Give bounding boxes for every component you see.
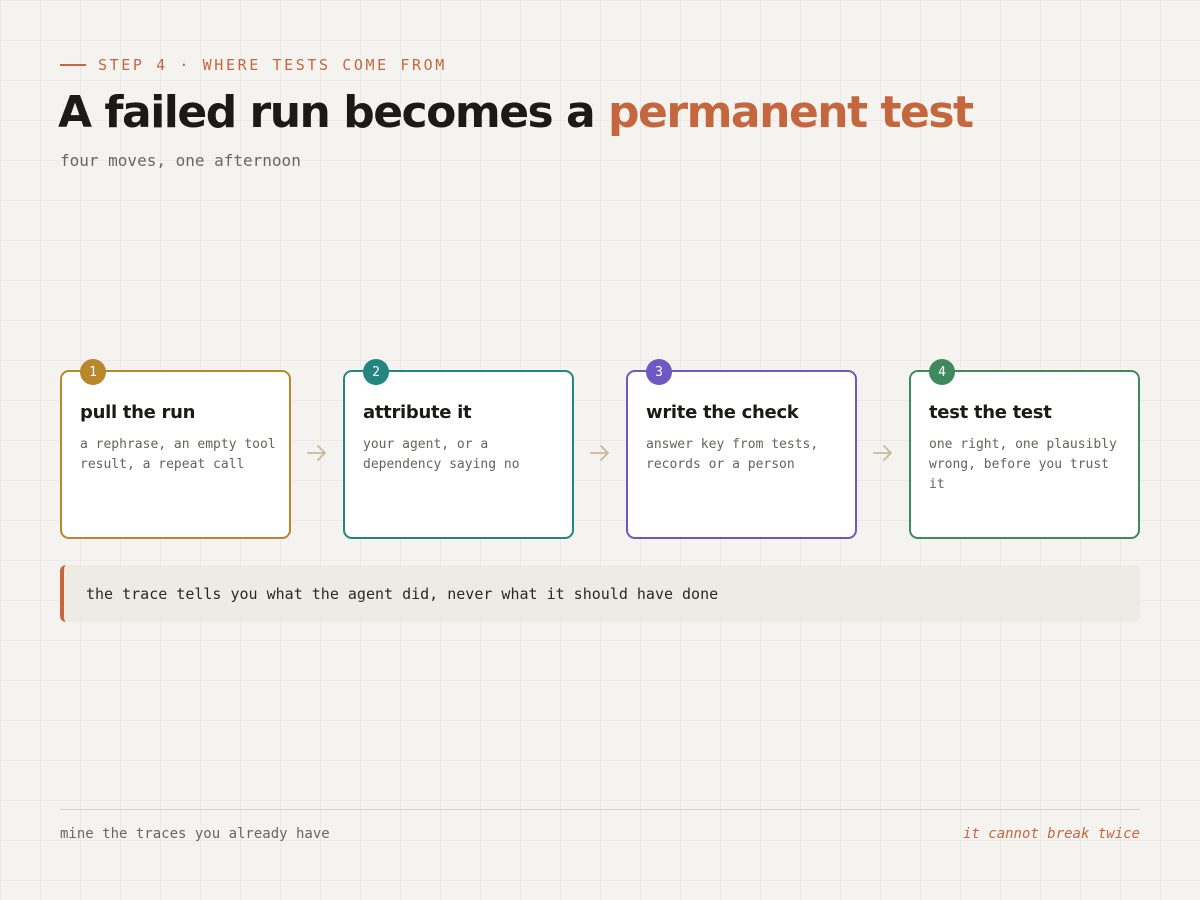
step-description: your agent, or a dependency saying no bbox=[363, 437, 520, 472]
step-card-3: 3 write the check answer key from tests,… bbox=[626, 359, 857, 539]
step-title: attribute it bbox=[363, 402, 472, 423]
arrow-right-icon bbox=[590, 445, 609, 461]
step-number-badge: 2 bbox=[363, 359, 389, 385]
step-card-2: 2 attribute it your agent, or a dependen… bbox=[343, 359, 574, 539]
footer-left-text: mine the traces you already have bbox=[60, 826, 330, 842]
step-title: write the check bbox=[646, 402, 799, 423]
eyebrow-text: STEP 4 · WHERE TESTS COME FROM bbox=[98, 56, 447, 74]
page-title: A failed run becomes a permanent test bbox=[58, 84, 974, 142]
step-description: answer key from tests, records or a pers… bbox=[646, 437, 819, 472]
step-number-badge: 4 bbox=[929, 359, 955, 385]
step-number-badge: 3 bbox=[646, 359, 672, 385]
title-accent: permanent test bbox=[608, 87, 974, 138]
subtitle: four moves, one afternoon bbox=[60, 151, 301, 170]
eyebrow-rule bbox=[60, 64, 86, 66]
footer-right-text: it cannot break twice bbox=[962, 826, 1140, 842]
arrow-right-icon bbox=[873, 445, 892, 461]
step-title: test the test bbox=[929, 402, 1052, 423]
callout-text: the trace tells you what the agent did, … bbox=[86, 584, 719, 603]
footer-divider bbox=[60, 809, 1140, 810]
step-title: pull the run bbox=[80, 402, 196, 423]
step-description: one right, one plausibly wrong, before y… bbox=[929, 437, 1117, 492]
step-number-badge: 1 bbox=[80, 359, 106, 385]
step-card-1: 1 pull the run a rephrase, an empty tool… bbox=[60, 359, 291, 539]
step-description: a rephrase, an empty tool result, a repe… bbox=[80, 437, 276, 472]
arrow-right-icon bbox=[307, 445, 326, 461]
step-card-4: 4 test the test one right, one plausibly… bbox=[909, 359, 1140, 539]
eyebrow: STEP 4 · WHERE TESTS COME FROM bbox=[60, 54, 447, 76]
callout-note: the trace tells you what the agent did, … bbox=[60, 565, 1140, 622]
title-main: A failed run becomes a bbox=[58, 87, 609, 138]
